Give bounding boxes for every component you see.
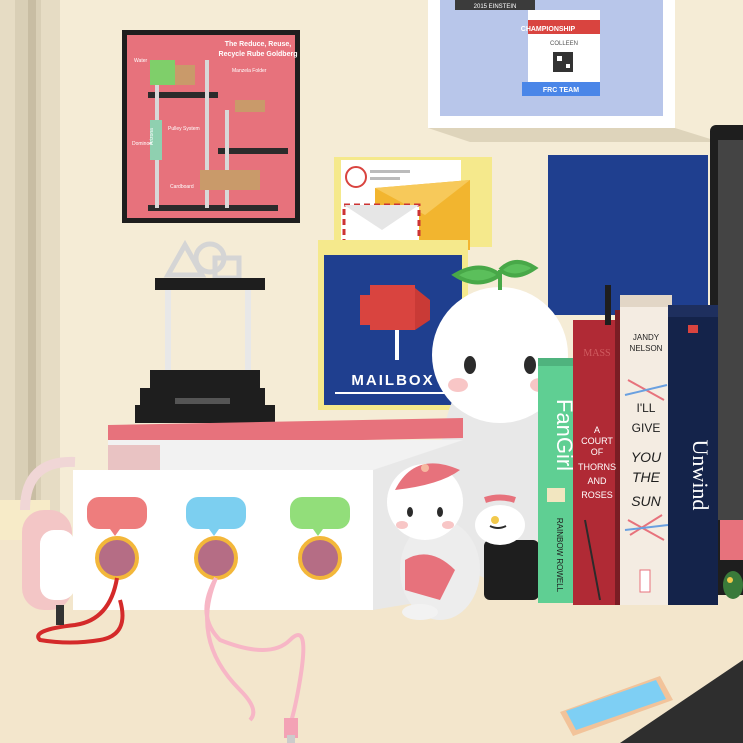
book-fangirl-author: RAINBOW ROWELL bbox=[555, 518, 564, 593]
book-court-line1: A bbox=[594, 425, 600, 435]
book-unwind-title: Unwind bbox=[688, 440, 713, 511]
badge-team: FRC TEAM bbox=[543, 87, 579, 94]
book-sun-line2: GIVE bbox=[632, 421, 661, 435]
badge-year: 2015 EINSTEIN bbox=[474, 4, 517, 10]
poster-label-pulley: Pulley System bbox=[168, 126, 200, 132]
illustration-scene: 2015 EINSTEIN CHAMPIONSHIP COLLEEN FRC T… bbox=[0, 0, 743, 743]
blue-panel bbox=[548, 155, 708, 315]
book-sun-line1: I'LL bbox=[637, 401, 656, 415]
book-sun-line4: THE bbox=[632, 469, 661, 485]
letterhead-logo-icon bbox=[345, 166, 367, 188]
poster-label-cardboard: Cardboard bbox=[170, 184, 194, 190]
book-court-line4: THORNS bbox=[578, 462, 616, 472]
rube-goldberg-poster: The Reduce, Reuse, Recycle Rube Goldberg… bbox=[122, 30, 300, 223]
badge-event: CHAMPIONSHIP bbox=[521, 26, 576, 33]
green-figurine bbox=[723, 571, 743, 599]
book-fangirl: FanGirl RAINBOW ROWELL bbox=[538, 358, 577, 603]
book-sun-author2: NELSON bbox=[630, 344, 663, 353]
poster-label-manzela: Manzela Folder bbox=[232, 68, 267, 74]
poster-label-domino: Dominos bbox=[132, 141, 152, 147]
book-unwind: Unwind bbox=[668, 305, 718, 605]
qr-code-icon bbox=[553, 52, 573, 72]
badge-name: COLLEEN bbox=[550, 41, 578, 47]
book-sun-author1: JANDY bbox=[633, 333, 660, 342]
mailbox-label: MAILBOX bbox=[351, 372, 434, 389]
book-court-line3: OF bbox=[591, 447, 604, 457]
book-court-line2: COURT bbox=[581, 436, 613, 446]
poster-label-water: Water bbox=[134, 58, 147, 64]
book-court-line6: ROSES bbox=[581, 490, 613, 500]
port-blue bbox=[194, 536, 238, 580]
book-sun-line5: SUN bbox=[631, 493, 661, 509]
port-red bbox=[95, 536, 139, 580]
poster-title-line2: Recycle Rube Goldberg bbox=[219, 51, 298, 58]
port-green bbox=[298, 536, 342, 580]
book-court-top: MASS bbox=[583, 348, 610, 359]
mail-holder bbox=[334, 157, 492, 252]
book-court-line5: AND bbox=[587, 476, 607, 486]
book-sun-line3: YOU bbox=[631, 449, 662, 465]
book-ill-give-you-the-sun: JANDY NELSON I'LL GIVE YOU THE SUN bbox=[620, 295, 672, 605]
poster-title-line1: The Reduce, Reuse, bbox=[225, 41, 292, 48]
